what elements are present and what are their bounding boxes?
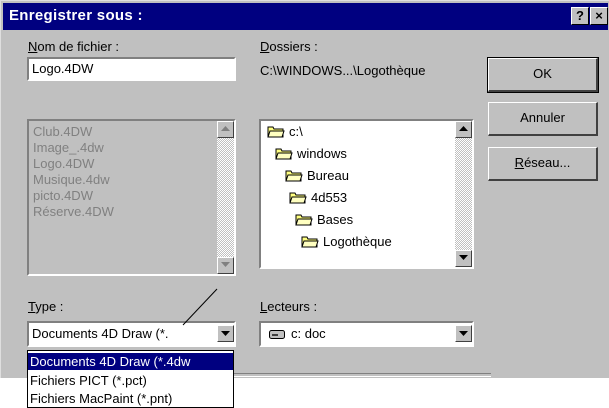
folder-tree-label: windows — [297, 146, 347, 161]
save-as-dialog: Enregistrer sous : ? × Nom de fichier : … — [0, 0, 609, 378]
scroll-up-button[interactable] — [217, 121, 234, 138]
file-list-item[interactable]: Logo.4DW — [33, 156, 94, 171]
type-option[interactable]: Fichiers MacPaint (*.pnt) — [28, 390, 233, 407]
type-option[interactable]: Documents 4D Draw (*.4dw — [28, 353, 233, 370]
type-combo-value: Documents 4D Draw (*. — [32, 326, 169, 341]
folder-tree[interactable]: c:\ windows Bureau 4d553 Bases Logothèqu… — [259, 119, 474, 269]
file-list-item[interactable]: Musique.4dw — [33, 172, 110, 187]
folder-tree-label: c:\ — [289, 124, 303, 139]
file-list-item[interactable]: Réserve.4DW — [33, 204, 114, 219]
open-folder-icon — [267, 126, 285, 138]
chevron-down-icon — [221, 331, 230, 336]
type-dropdown-list[interactable]: Documents 4D Draw (*.4dw Fichiers PICT (… — [27, 350, 234, 408]
drives-combo[interactable]: c: doc — [259, 321, 474, 347]
arrow-up-icon — [459, 126, 468, 131]
file-list-item[interactable]: Image_.4dw — [33, 140, 104, 155]
cancel-button[interactable]: Annuler — [488, 102, 598, 136]
type-option[interactable]: Fichiers PICT (*.pct) — [28, 372, 233, 389]
folder-tree-label: Logothèque — [323, 234, 392, 249]
ok-button[interactable]: OK — [487, 57, 599, 93]
close-button[interactable]: × — [590, 7, 608, 25]
dialog-title: Enregistrer sous : — [9, 7, 143, 24]
filename-label: Nom de fichier : — [28, 39, 120, 54]
drives-dropdown-button[interactable] — [455, 325, 472, 342]
scroll-down-button[interactable] — [455, 250, 472, 267]
folder-tree-label: Bureau — [307, 168, 349, 183]
folder-tree-label: 4d553 — [311, 190, 348, 205]
file-list-scrollbar[interactable] — [217, 121, 234, 274]
open-folder-icon — [301, 236, 319, 248]
chevron-down-icon — [459, 331, 468, 336]
folders-label: Dossiers : — [260, 39, 318, 54]
file-list[interactable]: Club.4DW Image_.4dw Logo.4DW Musique.4dw… — [27, 119, 236, 276]
divider — [231, 373, 491, 377]
arrow-up-icon — [221, 126, 230, 131]
current-path: C:\WINDOWS...\Logothèque — [260, 63, 426, 78]
open-folder-icon — [285, 170, 303, 182]
arrow-down-icon — [459, 255, 468, 260]
type-dropdown-button[interactable] — [217, 325, 234, 342]
arrow-down-icon — [221, 262, 230, 267]
scroll-up-button[interactable] — [455, 121, 472, 138]
open-folder-icon — [275, 148, 293, 160]
filename-input-value: Logo.4DW — [32, 61, 94, 76]
filename-input[interactable]: Logo.4DW — [27, 57, 236, 81]
type-label: Type : — [28, 299, 64, 314]
open-folder-icon — [289, 192, 307, 204]
title-bar: Enregistrer sous : ? × — [3, 3, 608, 30]
scroll-down-button[interactable] — [217, 257, 234, 274]
open-folder-icon — [295, 214, 313, 226]
drives-label: Lecteurs : — [260, 299, 318, 314]
drives-combo-value: c: doc — [291, 326, 326, 341]
help-button[interactable]: ? — [571, 7, 589, 25]
folder-tree-label: Bases — [317, 212, 354, 227]
drive-icon — [269, 330, 285, 339]
annotation-line — [182, 288, 218, 326]
network-button[interactable]: Réseau... — [488, 147, 598, 181]
file-list-item[interactable]: picto.4DW — [33, 188, 93, 203]
folder-tree-scrollbar[interactable] — [455, 121, 472, 267]
file-list-item[interactable]: Club.4DW — [33, 124, 92, 139]
